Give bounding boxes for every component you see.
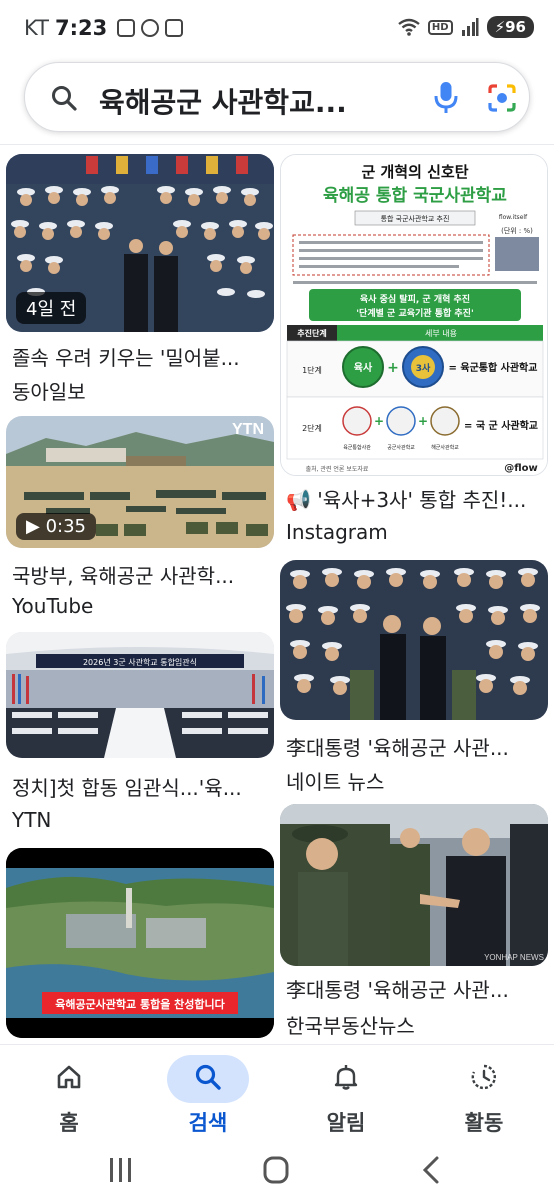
wifi-icon — [398, 18, 420, 36]
photo-commission-ceremony: 2026년 3군 사관학교 통합임관식 — [6, 632, 274, 758]
result-source: YouTube — [12, 594, 94, 618]
result-source: 동아일보 — [12, 380, 86, 404]
result-caption[interactable]: 李대통령 '육해공군 사관... — [286, 974, 548, 1003]
result-thumbnail[interactable]: 군 개혁의 신호탄 육해공 통합 국군사관학교 통합 국군사관학교 추진 flo… — [280, 154, 548, 476]
label-navy: 해군사관학교 — [431, 444, 459, 451]
home-circle-icon[interactable] — [256, 1150, 296, 1190]
infographic-headline1: 군 개혁의 신호탄 — [361, 163, 468, 181]
link-icon — [141, 19, 160, 37]
result-caption[interactable]: 국방부, 육해공군 사관학... — [12, 560, 274, 589]
recents-icon[interactable] — [100, 1150, 140, 1190]
nav-label: 검색 — [188, 1111, 228, 1135]
nav-label: 활동 — [464, 1111, 504, 1135]
photo-president-handshake: YONHAP NEWS — [280, 804, 548, 966]
search-icon[interactable] — [51, 85, 77, 111]
qr-icon — [165, 19, 184, 37]
nav-home[interactable]: 홈 — [19, 1051, 119, 1141]
carrier-label: KT — [24, 16, 49, 40]
svg-text:+: + — [374, 414, 384, 428]
result-thumbnail[interactable]: 육해공군사관학교 통합을 찬성합니다 — [6, 848, 274, 1038]
yonhap-watermark: YONHAP NEWS — [484, 953, 544, 962]
status-bar: KT 7:23 HD ⚡96 — [0, 0, 554, 56]
nav-label: 홈 — [59, 1111, 79, 1135]
label-army: 육군통합사관 — [343, 444, 371, 451]
photo-president-cadets — [280, 560, 548, 720]
result-caption-text: '육사+3사' 통합 추진!... — [317, 488, 527, 512]
back-icon[interactable] — [412, 1150, 452, 1190]
table-header-detail: 세부 내용 — [425, 329, 457, 338]
result-thumbnail[interactable] — [280, 560, 548, 720]
result-thumbnail[interactable]: 2026년 3군 사관학교 통합임관식 — [6, 632, 274, 758]
green-banner-line1: 육사 중심 탈피, 군 개혁 추진 — [360, 293, 470, 305]
table-header-stage: 추진단계 — [297, 328, 326, 338]
status-icons: HD ⚡96 — [398, 16, 534, 38]
megaphone-icon: 📢 — [286, 488, 318, 512]
stage1-label: 1단계 — [302, 365, 322, 375]
stage2-result: = 국 군 사관학교 — [464, 419, 538, 432]
battery-indicator: ⚡96 — [486, 16, 534, 38]
unit-label: (단위 : %) — [501, 226, 533, 235]
result-source: 네이트 뉴스 — [286, 770, 385, 794]
system-navigation-bar — [0, 1140, 554, 1200]
stage2-label: 2단계 — [302, 423, 322, 433]
lens-icon[interactable] — [487, 83, 517, 113]
result-caption[interactable]: 졸속 우려 키우는 '밀어붙... — [12, 342, 274, 371]
nav-activity[interactable]: 활동 — [434, 1051, 534, 1141]
bell-icon — [334, 1065, 358, 1090]
time-badge: 4일 전 — [16, 292, 87, 324]
result-thumbnail[interactable]: 4일 전 — [6, 154, 274, 332]
result-thumbnail[interactable]: YONHAP NEWS — [280, 804, 548, 966]
home-icon — [57, 1065, 81, 1089]
flow-tag: flow.itself — [499, 214, 528, 221]
bottom-navigation: 홈 검색 알림 활동 — [0, 1044, 554, 1140]
hd-badge: HD — [427, 19, 453, 35]
ytn-watermark: YTN — [232, 421, 264, 438]
emblem-army-academy: 육사 — [354, 361, 373, 374]
stage-banner-text: 2026년 3군 사관학교 통합임관식 — [83, 657, 197, 667]
infographic-subhead: 통합 국군사관학교 추진 — [381, 214, 450, 223]
result-source: 한국부동산뉴스 — [286, 1014, 415, 1038]
red-banner-text: 육해공군사관학교 통합을 찬성합니다 — [55, 997, 225, 1011]
result-source: Instagram — [286, 520, 388, 544]
label-airforce: 공군사관학교 — [387, 444, 415, 451]
video-duration-badge: ▶ 0:35 — [16, 513, 96, 540]
result-source: YTN — [12, 808, 52, 832]
green-banner-line2: '단계별 군 교육기관 통합 추진' — [356, 307, 473, 319]
activity-icon — [471, 1064, 496, 1090]
svg-text:+: + — [387, 360, 399, 376]
result-thumbnail[interactable]: YTN ▶ 0:35 — [6, 416, 274, 548]
result-caption[interactable]: 李대통령 '육해공군 사관... — [286, 732, 548, 761]
signal-icon — [461, 18, 479, 36]
header-divider — [0, 144, 554, 145]
infographic-headline2: 육해공 통합 국군사관학교 — [323, 185, 507, 206]
result-caption[interactable]: 정치]첫 합동 임관식...'육... — [12, 772, 274, 801]
stage1-result: = 육군통합 사관학교 — [449, 361, 538, 374]
svg-text:+: + — [418, 414, 428, 428]
infographic-academy-merger: 군 개혁의 신호탄 육해공 통합 국군사관학교 통합 국군사관학교 추진 flo… — [281, 155, 547, 475]
mic-icon[interactable] — [433, 81, 459, 115]
video-duration: 0:35 — [45, 516, 86, 537]
flow-logo: @flow — [504, 463, 538, 474]
search-bar[interactable]: 육해공군 사관학교... — [24, 62, 530, 132]
nav-search[interactable]: 검색 — [158, 1051, 258, 1141]
search-query[interactable]: 육해공군 사관학교... — [99, 81, 389, 121]
search-icon — [195, 1064, 221, 1090]
battery-level: 96 — [505, 18, 526, 36]
clock: 7:23 — [54, 16, 108, 40]
infographic-footer: 출처, 관련 언론 보도자료 — [306, 465, 369, 473]
photo-aerial-campus: 육해공군사관학교 통합을 찬성합니다 — [6, 848, 274, 1038]
result-caption[interactable]: 📢 '육사+3사' 통합 추진!... — [286, 484, 548, 513]
nav-label: 알림 — [326, 1111, 366, 1135]
emblem-third-academy: 3사 — [416, 362, 431, 374]
nav-notifications[interactable]: 알림 — [296, 1051, 396, 1141]
screenshot-icon — [117, 19, 136, 37]
